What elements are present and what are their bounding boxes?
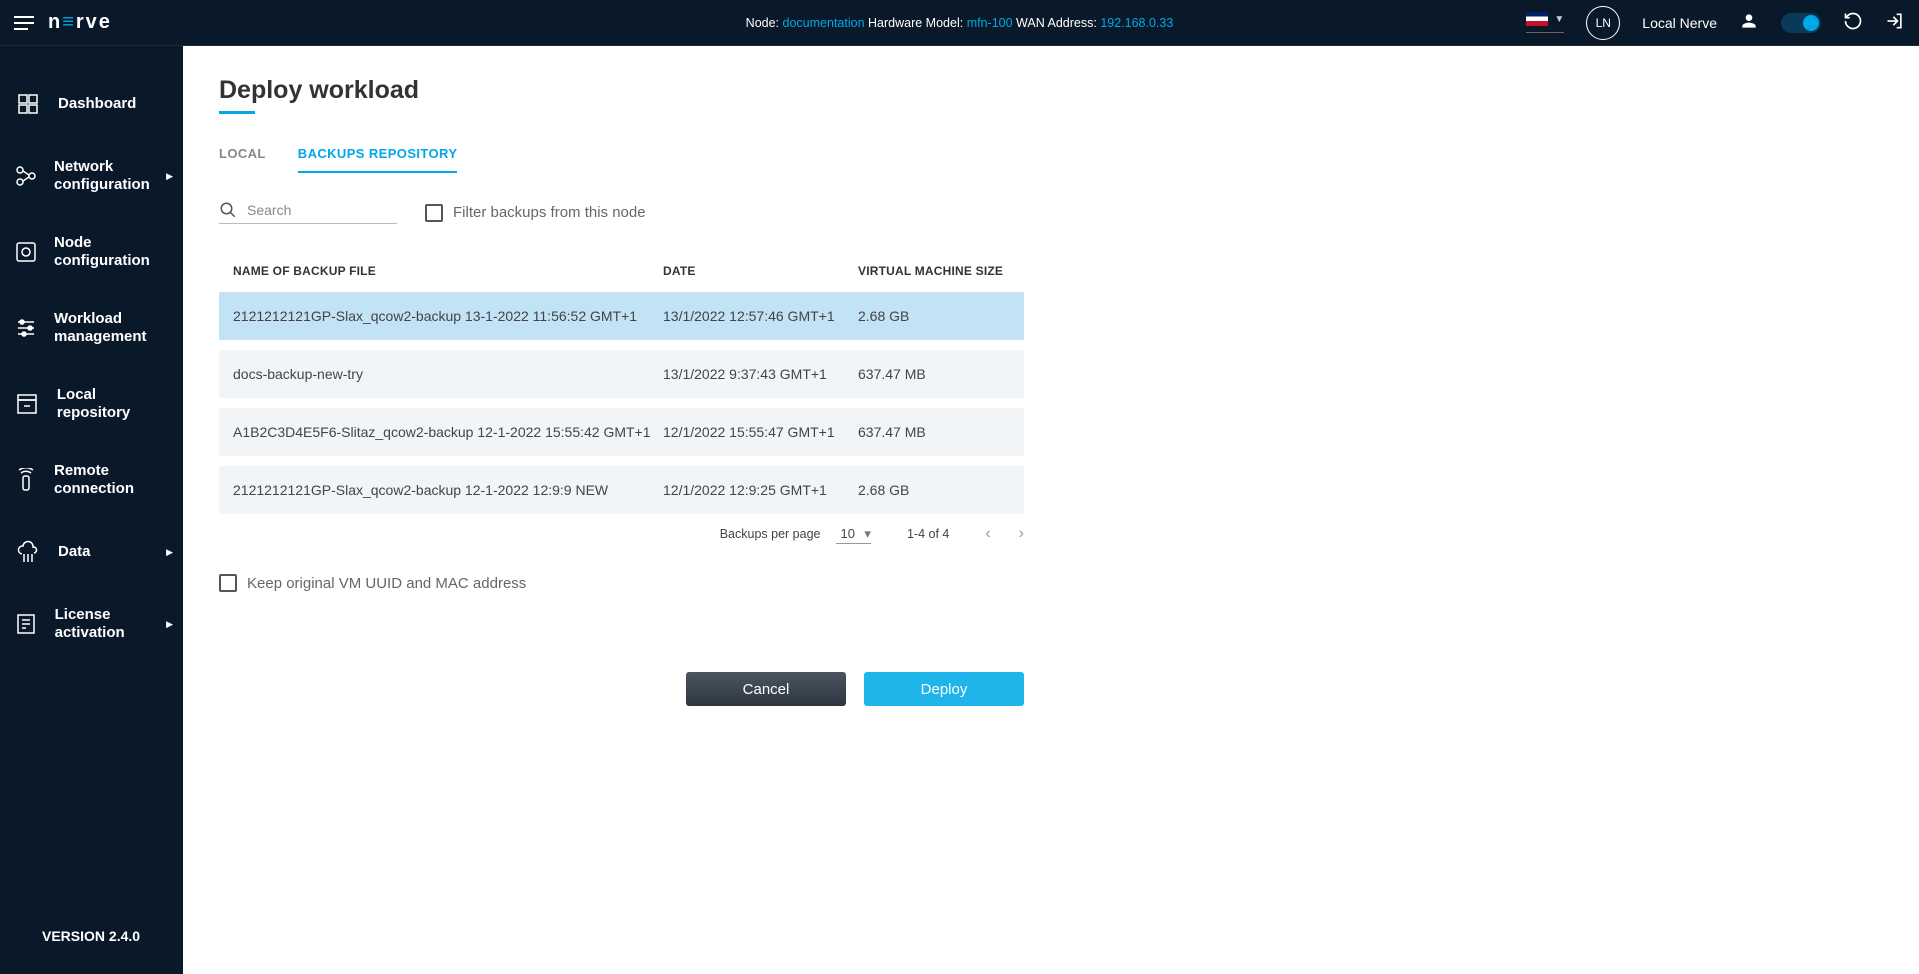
prev-page-icon[interactable]: ‹	[985, 525, 990, 543]
tab-backups-repository[interactable]: BACKUPS REPOSITORY	[298, 146, 458, 173]
tab-local[interactable]: LOCAL	[219, 146, 266, 173]
cloud-data-icon	[14, 538, 42, 566]
cell-size: 637.47 MB	[858, 366, 1038, 382]
sidebar-item-label: Dashboard	[58, 95, 136, 113]
table-row[interactable]: 2121212121GP-Slax_qcow2-backup 12-1-2022…	[219, 466, 1024, 514]
sidebar: Dashboard Network configuration ▶ Node c…	[0, 46, 183, 974]
backups-table: NAME OF BACKUP FILE DATE VIRTUAL MACHINE…	[219, 264, 1024, 514]
gear-icon	[14, 238, 38, 266]
sidebar-item-label: Node configuration	[54, 234, 169, 270]
next-page-icon[interactable]: ›	[1019, 525, 1024, 543]
cell-name: A1B2C3D4E5F6-Slitaz_qcow2-backup 12-1-20…	[233, 424, 663, 440]
checkbox-label: Filter backups from this node	[453, 204, 646, 221]
cancel-button[interactable]: Cancel	[686, 672, 846, 706]
per-page-label: Backups per page	[720, 527, 821, 541]
dashboard-icon	[14, 90, 42, 118]
col-size: VIRTUAL MACHINE SIZE	[858, 264, 1038, 278]
sidebar-item-local-repo[interactable]: Local repository	[0, 366, 183, 442]
sidebar-item-label: Workload management	[54, 310, 169, 346]
sidebar-item-workload[interactable]: Workload management	[0, 290, 183, 366]
local-nerve-label: Local Nerve	[1642, 15, 1717, 31]
language-selector[interactable]: ▼	[1526, 12, 1564, 33]
checkbox-box	[219, 574, 237, 592]
theme-toggle[interactable]	[1781, 13, 1821, 33]
license-icon	[14, 610, 39, 638]
chevron-down-icon: ▼	[1554, 14, 1564, 25]
cell-name: docs-backup-new-try	[233, 366, 663, 382]
sidebar-item-label: Data	[58, 543, 91, 561]
filter-node-checkbox[interactable]: Filter backups from this node	[425, 204, 646, 222]
cell-name: 2121212121GP-Slax_qcow2-backup 13-1-2022…	[233, 308, 663, 324]
brand-logo: n≡rve	[48, 11, 112, 34]
sidebar-item-node-config[interactable]: Node configuration	[0, 214, 183, 290]
version-label: VERSION 2.4.0	[0, 904, 183, 974]
sidebar-item-label: Remote connection	[54, 462, 169, 498]
deploy-button[interactable]: Deploy	[864, 672, 1024, 706]
col-name: NAME OF BACKUP FILE	[233, 264, 663, 278]
search-icon	[219, 201, 237, 219]
menu-toggle-icon[interactable]	[14, 16, 34, 30]
cell-size: 2.68 GB	[858, 308, 1038, 324]
chevron-right-icon: ▶	[166, 547, 173, 558]
node-info: Node: documentation Hardware Model: mfn-…	[746, 16, 1174, 30]
page-title: Deploy workload	[219, 76, 1883, 105]
cell-size: 637.47 MB	[858, 424, 1038, 440]
sidebar-item-data[interactable]: Data ▶	[0, 518, 183, 586]
table-row[interactable]: A1B2C3D4E5F6-Slitaz_qcow2-backup 12-1-20…	[219, 408, 1024, 456]
chevron-right-icon: ▶	[166, 171, 173, 182]
page-range: 1-4 of 4	[907, 527, 949, 541]
cell-size: 2.68 GB	[858, 482, 1038, 498]
sidebar-item-dashboard[interactable]: Dashboard	[0, 70, 183, 138]
checkbox-label: Keep original VM UUID and MAC address	[247, 575, 526, 592]
sidebar-item-remote[interactable]: Remote connection	[0, 442, 183, 518]
cell-date: 13/1/2022 12:57:46 GMT+1	[663, 308, 858, 324]
archive-icon	[14, 390, 41, 418]
cell-date: 12/1/2022 15:55:47 GMT+1	[663, 424, 858, 440]
per-page-select[interactable]: 10	[836, 524, 870, 544]
user-badge[interactable]: LN	[1586, 6, 1620, 40]
flag-icon	[1526, 12, 1548, 26]
sidebar-item-license[interactable]: License activation ▶	[0, 586, 183, 662]
title-underline	[219, 111, 255, 114]
sliders-icon	[14, 314, 38, 342]
main-content: Deploy workload LOCAL BACKUPS REPOSITORY…	[183, 46, 1919, 974]
pagination: Backups per page 10 1-4 of 4 ‹ ›	[219, 524, 1024, 544]
keep-uuid-checkbox[interactable]: Keep original VM UUID and MAC address	[219, 574, 1883, 592]
checkbox-box	[425, 204, 443, 222]
cell-date: 12/1/2022 12:9:25 GMT+1	[663, 482, 858, 498]
col-date: DATE	[663, 264, 858, 278]
user-icon[interactable]	[1739, 11, 1759, 34]
logout-icon[interactable]	[1885, 11, 1905, 34]
topbar: n≡rve Node: documentation Hardware Model…	[0, 0, 1919, 46]
search-input[interactable]	[247, 202, 397, 218]
cell-name: 2121212121GP-Slax_qcow2-backup 12-1-2022…	[233, 482, 663, 498]
table-row[interactable]: docs-backup-new-try13/1/2022 9:37:43 GMT…	[219, 350, 1024, 398]
reboot-icon[interactable]	[1843, 11, 1863, 34]
network-icon	[14, 162, 38, 190]
sidebar-item-label: Local repository	[57, 386, 169, 422]
cell-date: 13/1/2022 9:37:43 GMT+1	[663, 366, 858, 382]
sidebar-item-label: Network configuration	[54, 158, 169, 194]
search-input-wrap	[219, 201, 397, 224]
sidebar-item-network[interactable]: Network configuration ▶	[0, 138, 183, 214]
tabs: LOCAL BACKUPS REPOSITORY	[219, 146, 1883, 173]
remote-icon	[14, 466, 38, 494]
table-row[interactable]: 2121212121GP-Slax_qcow2-backup 13-1-2022…	[219, 292, 1024, 340]
sidebar-item-label: License activation	[55, 606, 169, 642]
chevron-right-icon: ▶	[166, 619, 173, 630]
table-header: NAME OF BACKUP FILE DATE VIRTUAL MACHINE…	[219, 264, 1024, 292]
